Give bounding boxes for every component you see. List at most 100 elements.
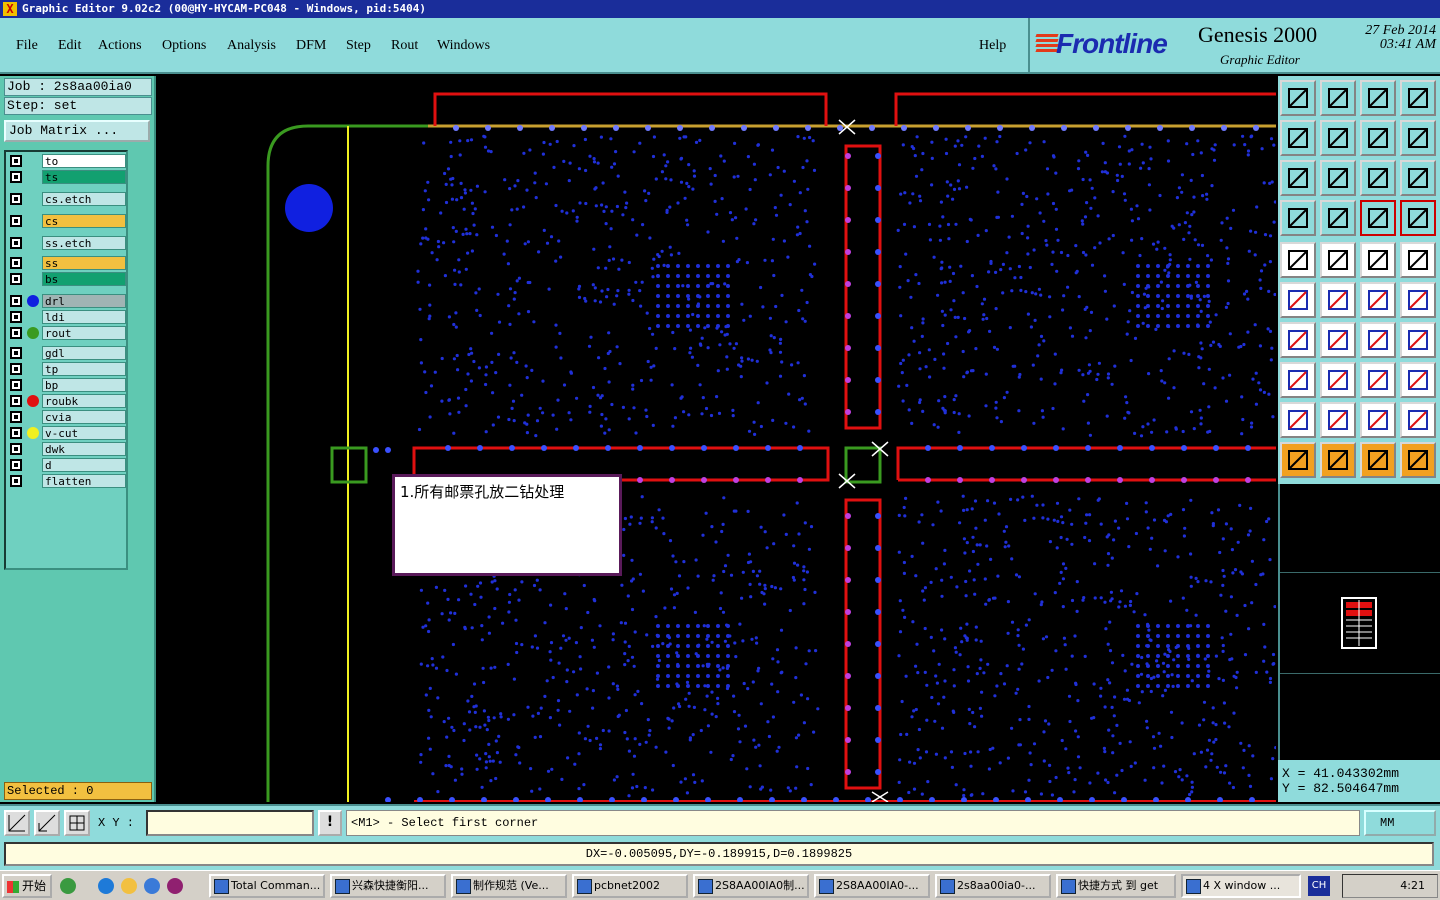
line-edit-icon[interactable] [1400,282,1436,318]
angle-icon[interactable] [1280,322,1316,358]
layer-row-to[interactable]: to [8,154,126,168]
ql-app-icon[interactable] [144,878,160,894]
pointer-path-icon[interactable] [1400,442,1436,478]
snap-mode-icon[interactable] [4,810,30,836]
layer-checkbox[interactable] [10,215,22,227]
layer-name[interactable]: ss [42,256,126,270]
layer-checkbox[interactable] [10,459,22,471]
menu-edit[interactable]: Edit [58,38,81,54]
layer-row-dwk[interactable]: dwk [8,442,126,456]
arch-icon[interactable] [1360,402,1396,438]
layer-checkbox[interactable] [10,347,22,359]
layer-checkbox[interactable] [10,475,22,487]
layer-checkbox[interactable] [10,295,22,307]
layer-checkbox[interactable] [10,411,22,423]
layer-row-cs.etch[interactable]: cs.etch [8,192,126,206]
ruler-icon[interactable] [1360,242,1396,278]
slash-icon[interactable] [1320,322,1356,358]
layer-checkbox[interactable] [10,237,22,249]
dimension-icon[interactable] [1360,362,1396,398]
node-icon[interactable] [1280,282,1316,318]
task-browser[interactable]: 兴森快捷衡阳... [330,874,446,898]
menu-actions[interactable]: Actions [98,38,142,54]
circle-pad-icon[interactable] [1400,242,1436,278]
ime-indicator[interactable]: CH [1308,876,1330,896]
layer-name[interactable]: ss.etch [42,236,126,250]
arch-double-icon[interactable] [1400,402,1436,438]
layer-name[interactable]: tp [42,362,126,376]
layer-name[interactable]: ldi [42,310,126,324]
layer-checkbox[interactable] [10,257,22,269]
layer-row-roubk[interactable]: roubk [8,394,126,408]
fit-icon[interactable] [1280,160,1316,196]
menu-options[interactable]: Options [162,38,206,54]
layer-name[interactable]: rout [42,326,126,340]
layer-row-gdl[interactable]: gdl [8,346,126,360]
rotate-icon[interactable] [1360,120,1396,156]
ql-x-icon[interactable] [167,878,183,894]
layer-row-bs[interactable]: bs [8,272,126,286]
layer-row-ss.etch[interactable]: ss.etch [8,236,126,250]
xy-input[interactable] [146,810,314,836]
layer-checkbox[interactable] [10,395,22,407]
polygon-icon[interactable] [1320,242,1356,278]
alert-icon[interactable]: ! [318,810,342,836]
split-icon[interactable] [1400,322,1436,358]
scale-1-2-icon[interactable] [1360,160,1396,196]
zoom-home-icon[interactable] [1280,80,1316,116]
ql-clock-icon[interactable] [121,878,137,894]
query-icon[interactable] [1400,160,1436,196]
task-x-window[interactable]: 4 X window ... [1181,874,1301,898]
layer-row-cs[interactable]: cs [8,214,126,228]
move-icon[interactable] [1320,282,1356,318]
layer-checkbox[interactable] [10,327,22,339]
layer-checkbox[interactable] [10,379,22,391]
ql-desktop-icon[interactable] [60,878,76,894]
layer-checkbox[interactable] [10,363,22,375]
layer-row-ts[interactable]: ts [8,170,126,184]
task-spec-doc[interactable]: 制作规范 (Ve... [451,874,567,898]
layer-row-flatten[interactable]: flatten [8,474,126,488]
task-pcbnet[interactable]: pcbnet2002 [572,874,688,898]
pointer-red-icon[interactable] [1360,442,1396,478]
layer-name[interactable]: cvia [42,410,126,424]
zoom-in-icon[interactable] [1320,80,1356,116]
task-total-commander[interactable]: Total Comman... [209,874,325,898]
menu-windows[interactable]: Windows [437,38,490,54]
layer-checkbox[interactable] [10,155,22,167]
cluster-icon[interactable] [1400,362,1436,398]
layer-checkbox[interactable] [10,427,22,439]
layer-name[interactable]: drl [42,294,126,308]
pointer-icon[interactable] [1280,442,1316,478]
layer-name[interactable]: roubk [42,394,126,408]
layer-name[interactable]: gdl [42,346,126,360]
layer-checkbox[interactable] [10,311,22,323]
task-excel-1[interactable]: 2S8AA00IA0制... [693,874,809,898]
layer-name[interactable]: to [42,154,126,168]
page-left-icon[interactable] [1280,120,1316,156]
grid-snap-icon[interactable] [64,810,90,836]
layer-name[interactable]: cs [42,214,126,228]
net-select-red-icon[interactable] [1400,200,1436,236]
measure-icon[interactable] [1320,200,1356,236]
center-icon[interactable] [1320,160,1356,196]
layer-name[interactable]: bs [42,272,126,286]
layer-row-drl[interactable]: drl [8,294,126,308]
task-shortcut[interactable]: 快捷方式 到 get [1056,874,1176,898]
annotation-note[interactable]: 1.所有邮票孔放二钻处理 [392,474,622,576]
ql-ie-icon[interactable] [98,878,114,894]
page-right-icon[interactable] [1320,120,1356,156]
layer-row-v-cut[interactable]: v-cut [8,426,126,440]
layer-props-icon[interactable] [1280,200,1316,236]
house-icon[interactable] [1360,80,1396,116]
angle-snap-icon[interactable] [34,810,60,836]
menu-help[interactable]: Help [979,38,1006,54]
layer-row-cvia[interactable]: cvia [8,410,126,424]
layer-row-rout[interactable]: rout [8,326,126,340]
triangle-icon[interactable] [1280,402,1316,438]
layer-checkbox[interactable] [10,273,22,285]
layer-name[interactable]: bp [42,378,126,392]
menu-dfm[interactable]: DFM [296,38,326,54]
minus-icon[interactable] [1320,362,1356,398]
pointer-box-icon[interactable] [1320,442,1356,478]
